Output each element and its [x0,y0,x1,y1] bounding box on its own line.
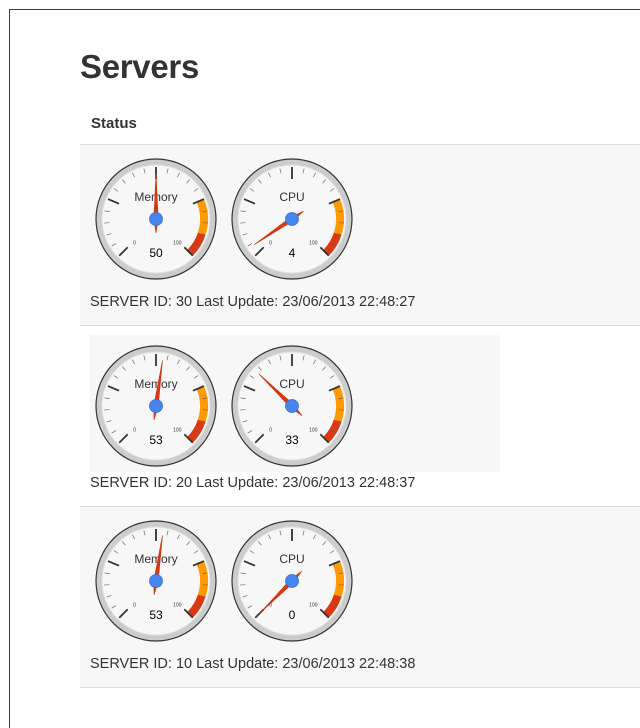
gauge-max-label: 100 [173,240,182,246]
gauge-panel: 0 100 Memory 53 0 100 CPU 33 [90,335,500,472]
gauge-min-label: 0 [269,240,272,246]
gauge-label: Memory [134,377,177,391]
page-title: Servers [80,48,199,86]
gauge-value: 53 [149,433,163,447]
gauge-hub [150,575,163,588]
gauge-min-label: 0 [269,427,272,433]
cpu-gauge: 0 100 CPU 4 [230,157,354,281]
server-row: 0 100 Memory 53 0 100 CPU 0 SERVER ID: 10 Last… [80,507,640,687]
memory-gauge: 0 100 Memory 53 [94,519,218,643]
gauge-hub [150,400,163,413]
gauge-min-label: 0 [133,240,136,246]
gauge-hub [150,213,163,226]
cpu-gauge: 0100CPU0 [230,519,354,643]
gauge-max-label: 100 [309,602,318,608]
gauge-label: Memory [134,552,177,566]
gauge-label: CPU [279,552,304,566]
server-row: 0100Memory50 0100CPU4 SERVER ID: 30 Last… [80,145,640,325]
gauge-value: 33 [285,433,299,447]
gauge-value: 0 [289,608,296,622]
gauge-max-label: 100 [173,602,182,608]
server-row: 0 100 Memory 53 0 100 CPU 33 SERVER ID: 20 Las… [80,326,640,506]
gauge-max-label: 100 [173,427,182,433]
row-divider [80,687,640,688]
status-column-header: Status [91,115,137,132]
memory-gauge: 0 100 Memory 53 [94,344,218,468]
memory-gauge: 0100Memory50 [94,157,218,281]
gauge-hub [286,400,299,413]
gauge-label: CPU [279,377,304,391]
server-info-line: SERVER ID: 10 Last Update: 23/06/2013 22… [90,656,415,672]
gauge-value: 53 [149,608,163,622]
cpu-gauge: 0 100 CPU 33 [230,344,354,468]
gauge-max-label: 100 [309,240,318,246]
gauge-hub [286,575,299,588]
server-info-line: SERVER ID: 20 Last Update: 23/06/2013 22… [90,475,415,491]
gauge-value: 4 [289,246,296,260]
gauge-min-label: 0 [133,602,136,608]
gauge-min-label: 0 [133,427,136,433]
server-info-line: SERVER ID: 30 Last Update: 23/06/2013 22… [90,294,415,310]
gauge-hub [286,213,299,226]
gauge-value: 50 [149,246,163,260]
gauge-label: CPU [279,190,304,204]
gauge-max-label: 100 [309,427,318,433]
